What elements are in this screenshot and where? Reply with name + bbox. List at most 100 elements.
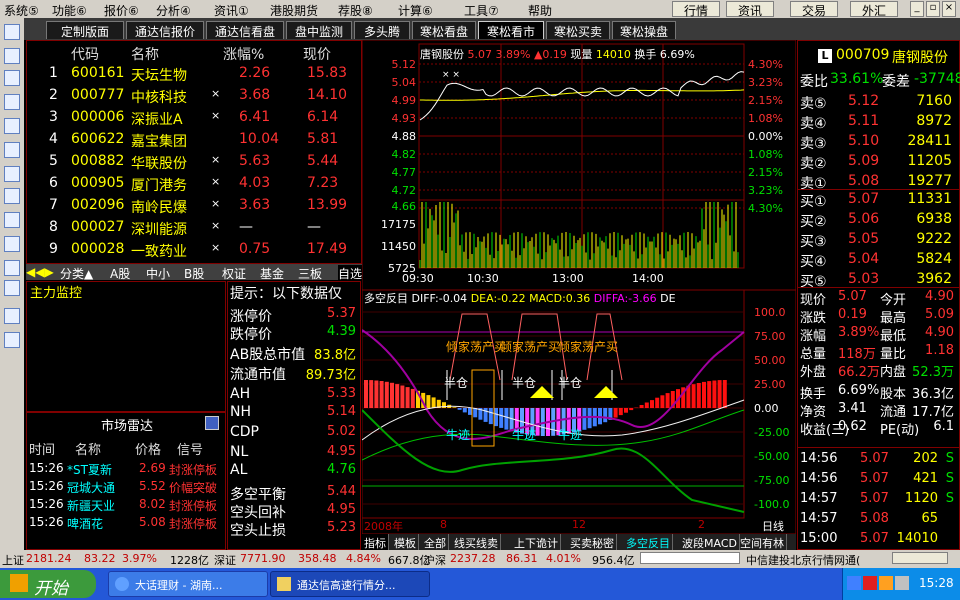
ask-row[interactable]: 卖② 5.09 11205 xyxy=(798,153,958,173)
pen-icon[interactable] xyxy=(4,332,20,348)
menu-help[interactable]: 帮助 xyxy=(528,2,552,19)
filter-icon[interactable] xyxy=(4,212,20,228)
stock-row[interactable]: 1 600161 天坛生物 2.26 15.83 xyxy=(27,65,363,87)
tab-bull[interactable]: 多头腾 xyxy=(354,21,410,39)
tray-antivirus-icon[interactable] xyxy=(863,576,877,590)
tab-secret[interactable]: 买卖秘密 xyxy=(568,534,617,550)
tab-bull-bear[interactable]: 多空反目 xyxy=(624,534,673,550)
ask-row[interactable]: 卖⑤ 5.12 7160 xyxy=(798,93,958,113)
tab-indicator[interactable]: 指标 xyxy=(362,534,389,550)
quote-button[interactable]: 行情 xyxy=(672,1,720,18)
tab-space[interactable]: 空间有林 xyxy=(738,534,787,550)
tray-app-icon[interactable] xyxy=(879,576,893,590)
row-name: 南岭民爆 xyxy=(131,200,187,216)
tab-tdx-view[interactable]: 通达信看盘 xyxy=(206,21,284,39)
menu-function[interactable]: 功能⑥ xyxy=(52,2,87,19)
line-chart-icon[interactable] xyxy=(4,70,20,86)
ask-row[interactable]: 卖① 5.08 19277 xyxy=(798,173,958,193)
stock-row[interactable]: 8 000027 深圳能源 × — — xyxy=(27,219,363,241)
subtab-sme[interactable]: 中小 xyxy=(146,265,170,282)
menu-analysis[interactable]: 分析④ xyxy=(156,2,191,19)
stat-label: 股本 xyxy=(880,387,907,402)
bid-row[interactable]: 买① 5.07 11331 xyxy=(798,191,958,211)
stock-row[interactable]: 7 002096 南岭民爆 × 3.63 13.99 xyxy=(27,197,363,219)
etf-icon[interactable] xyxy=(4,280,20,296)
radar-row[interactable]: 15:26 新疆天业 8.02 封涨停板 xyxy=(27,497,225,515)
tab-tdx-quote[interactable]: 通达信报价 xyxy=(126,21,204,39)
menu-tools[interactable]: 工具⑦ xyxy=(464,2,499,19)
tab-line-buy-sell[interactable]: 线买线卖 xyxy=(452,534,501,550)
info-button[interactable]: 资讯 xyxy=(726,1,774,18)
bid-row[interactable]: 买② 5.06 6938 xyxy=(798,211,958,231)
tab-all[interactable]: 全部 xyxy=(422,534,449,550)
start-button[interactable]: 开始 xyxy=(0,570,96,599)
formula-icon[interactable] xyxy=(4,236,20,252)
task-tdx[interactable]: 通达信高速行情分... xyxy=(270,571,430,597)
stock-row[interactable]: 5 000882 华联股份 × 5.63 5.44 xyxy=(27,153,363,175)
search-icon[interactable] xyxy=(4,260,20,276)
tab-hs-market[interactable]: 寒松看市 xyxy=(478,21,544,39)
ask-row[interactable]: 卖③ 5.10 28411 xyxy=(798,133,958,153)
subtab-third-board[interactable]: 三板 xyxy=(298,265,322,282)
col-name[interactable]: 名称 xyxy=(131,44,159,64)
tab-hs-operate[interactable]: 寒松操盘 xyxy=(612,21,676,39)
news-icon[interactable] xyxy=(4,118,20,134)
intraday-chart[interactable]: × × 唐钢股份 5.07 3.89% ▲0.19 现量 14010 换手 6.… xyxy=(361,39,797,291)
task-browser[interactable]: 大话理财 - 湖南... xyxy=(108,571,268,597)
menu-system[interactable]: 系统⑤ xyxy=(4,2,39,19)
broker-server[interactable]: 中信建投北京行情网通( xyxy=(746,552,860,568)
list-icon[interactable] xyxy=(4,24,20,40)
stock-row[interactable]: 6 000905 厦门港务 × 4.03 7.23 xyxy=(27,175,363,197)
bid-row[interactable]: 买④ 5.04 5824 xyxy=(798,251,958,271)
stock-row[interactable]: 3 000006 深振业A × 6.41 6.14 xyxy=(27,109,363,131)
col-code[interactable]: 代码 xyxy=(71,44,99,64)
forex-button[interactable]: 外汇 xyxy=(850,1,898,18)
nav-arrows[interactable]: ◀◀▶ xyxy=(26,265,54,279)
subtab-warrant[interactable]: 权证 xyxy=(222,265,246,282)
tab-monitor[interactable]: 盘中监测 xyxy=(286,21,352,39)
tab-wave-macd[interactable]: 波段MACD xyxy=(680,534,740,550)
minimize-icon[interactable]: _ xyxy=(910,1,924,17)
stock-row[interactable]: 9 000028 一致药业 × 0.75 17.49 xyxy=(27,241,363,263)
trade-button[interactable]: 交易 xyxy=(790,1,838,18)
subtab-watchlist[interactable]: 自选 xyxy=(338,265,363,282)
close-icon[interactable]: × xyxy=(942,1,956,17)
period-daily[interactable]: 日线 xyxy=(762,518,784,534)
tab-custom[interactable]: 定制版面 xyxy=(46,21,124,39)
radar-row[interactable]: 15:26 冠城大通 5.52 价幅突破 xyxy=(27,479,225,497)
tab-tricks[interactable]: 上下诡计 xyxy=(512,534,561,550)
kline-icon[interactable] xyxy=(4,94,20,110)
ask-row[interactable]: 卖④ 5.11 8972 xyxy=(798,113,958,133)
tray-network-icon[interactable] xyxy=(847,576,861,590)
indicator-chart[interactable]: 多空反目 DIFF:-0.04 DEA:-0.22 MACD:0.36 DIFF… xyxy=(361,289,797,535)
bid-row[interactable]: 买③ 5.05 9222 xyxy=(798,231,958,251)
col-price[interactable]: 现价 xyxy=(303,44,331,64)
menu-hk-futures[interactable]: 港股期货 xyxy=(270,2,318,19)
table-icon[interactable] xyxy=(4,48,20,64)
bid-row[interactable]: 买⑤ 5.03 3962 xyxy=(798,271,958,291)
grid-icon[interactable] xyxy=(4,142,20,158)
mail-icon[interactable] xyxy=(4,166,20,182)
radar-price: 2.69 xyxy=(139,461,166,475)
menu-calc[interactable]: 计算⑥ xyxy=(398,2,433,19)
restore-icon[interactable]: ▫ xyxy=(926,1,940,17)
calendar-icon[interactable] xyxy=(4,188,20,204)
subtab-category[interactable]: 分类▲ xyxy=(60,265,93,282)
tab-hs-trade[interactable]: 寒松买卖 xyxy=(546,21,610,39)
signal-icon[interactable] xyxy=(4,308,20,324)
tab-template[interactable]: 模板 xyxy=(392,534,419,550)
menu-info[interactable]: 资讯① xyxy=(214,2,249,19)
radar-settings-icon[interactable] xyxy=(205,416,219,430)
radar-row[interactable]: 15:26 *ST夏新 2.69 封涨停板 xyxy=(27,461,225,479)
subtab-b[interactable]: B股 xyxy=(184,265,204,282)
radar-row[interactable]: 15:26 啤酒花 5.08 封涨停板 xyxy=(27,515,225,533)
col-change[interactable]: 涨幅% xyxy=(223,44,264,64)
tab-hs-view[interactable]: 寒松看盘 xyxy=(412,21,476,39)
menu-quote[interactable]: 报价⑥ xyxy=(104,2,139,19)
subtab-fund[interactable]: 基金 xyxy=(260,265,284,282)
tray-volume-icon[interactable] xyxy=(895,576,909,590)
subtab-a[interactable]: A股 xyxy=(110,265,130,282)
stock-row[interactable]: 4 600622 嘉宝集团 10.04 5.81 xyxy=(27,131,363,153)
menu-recommend[interactable]: 荐股⑧ xyxy=(338,2,373,19)
stock-row[interactable]: 2 000777 中核科技 × 3.68 14.10 xyxy=(27,87,363,109)
